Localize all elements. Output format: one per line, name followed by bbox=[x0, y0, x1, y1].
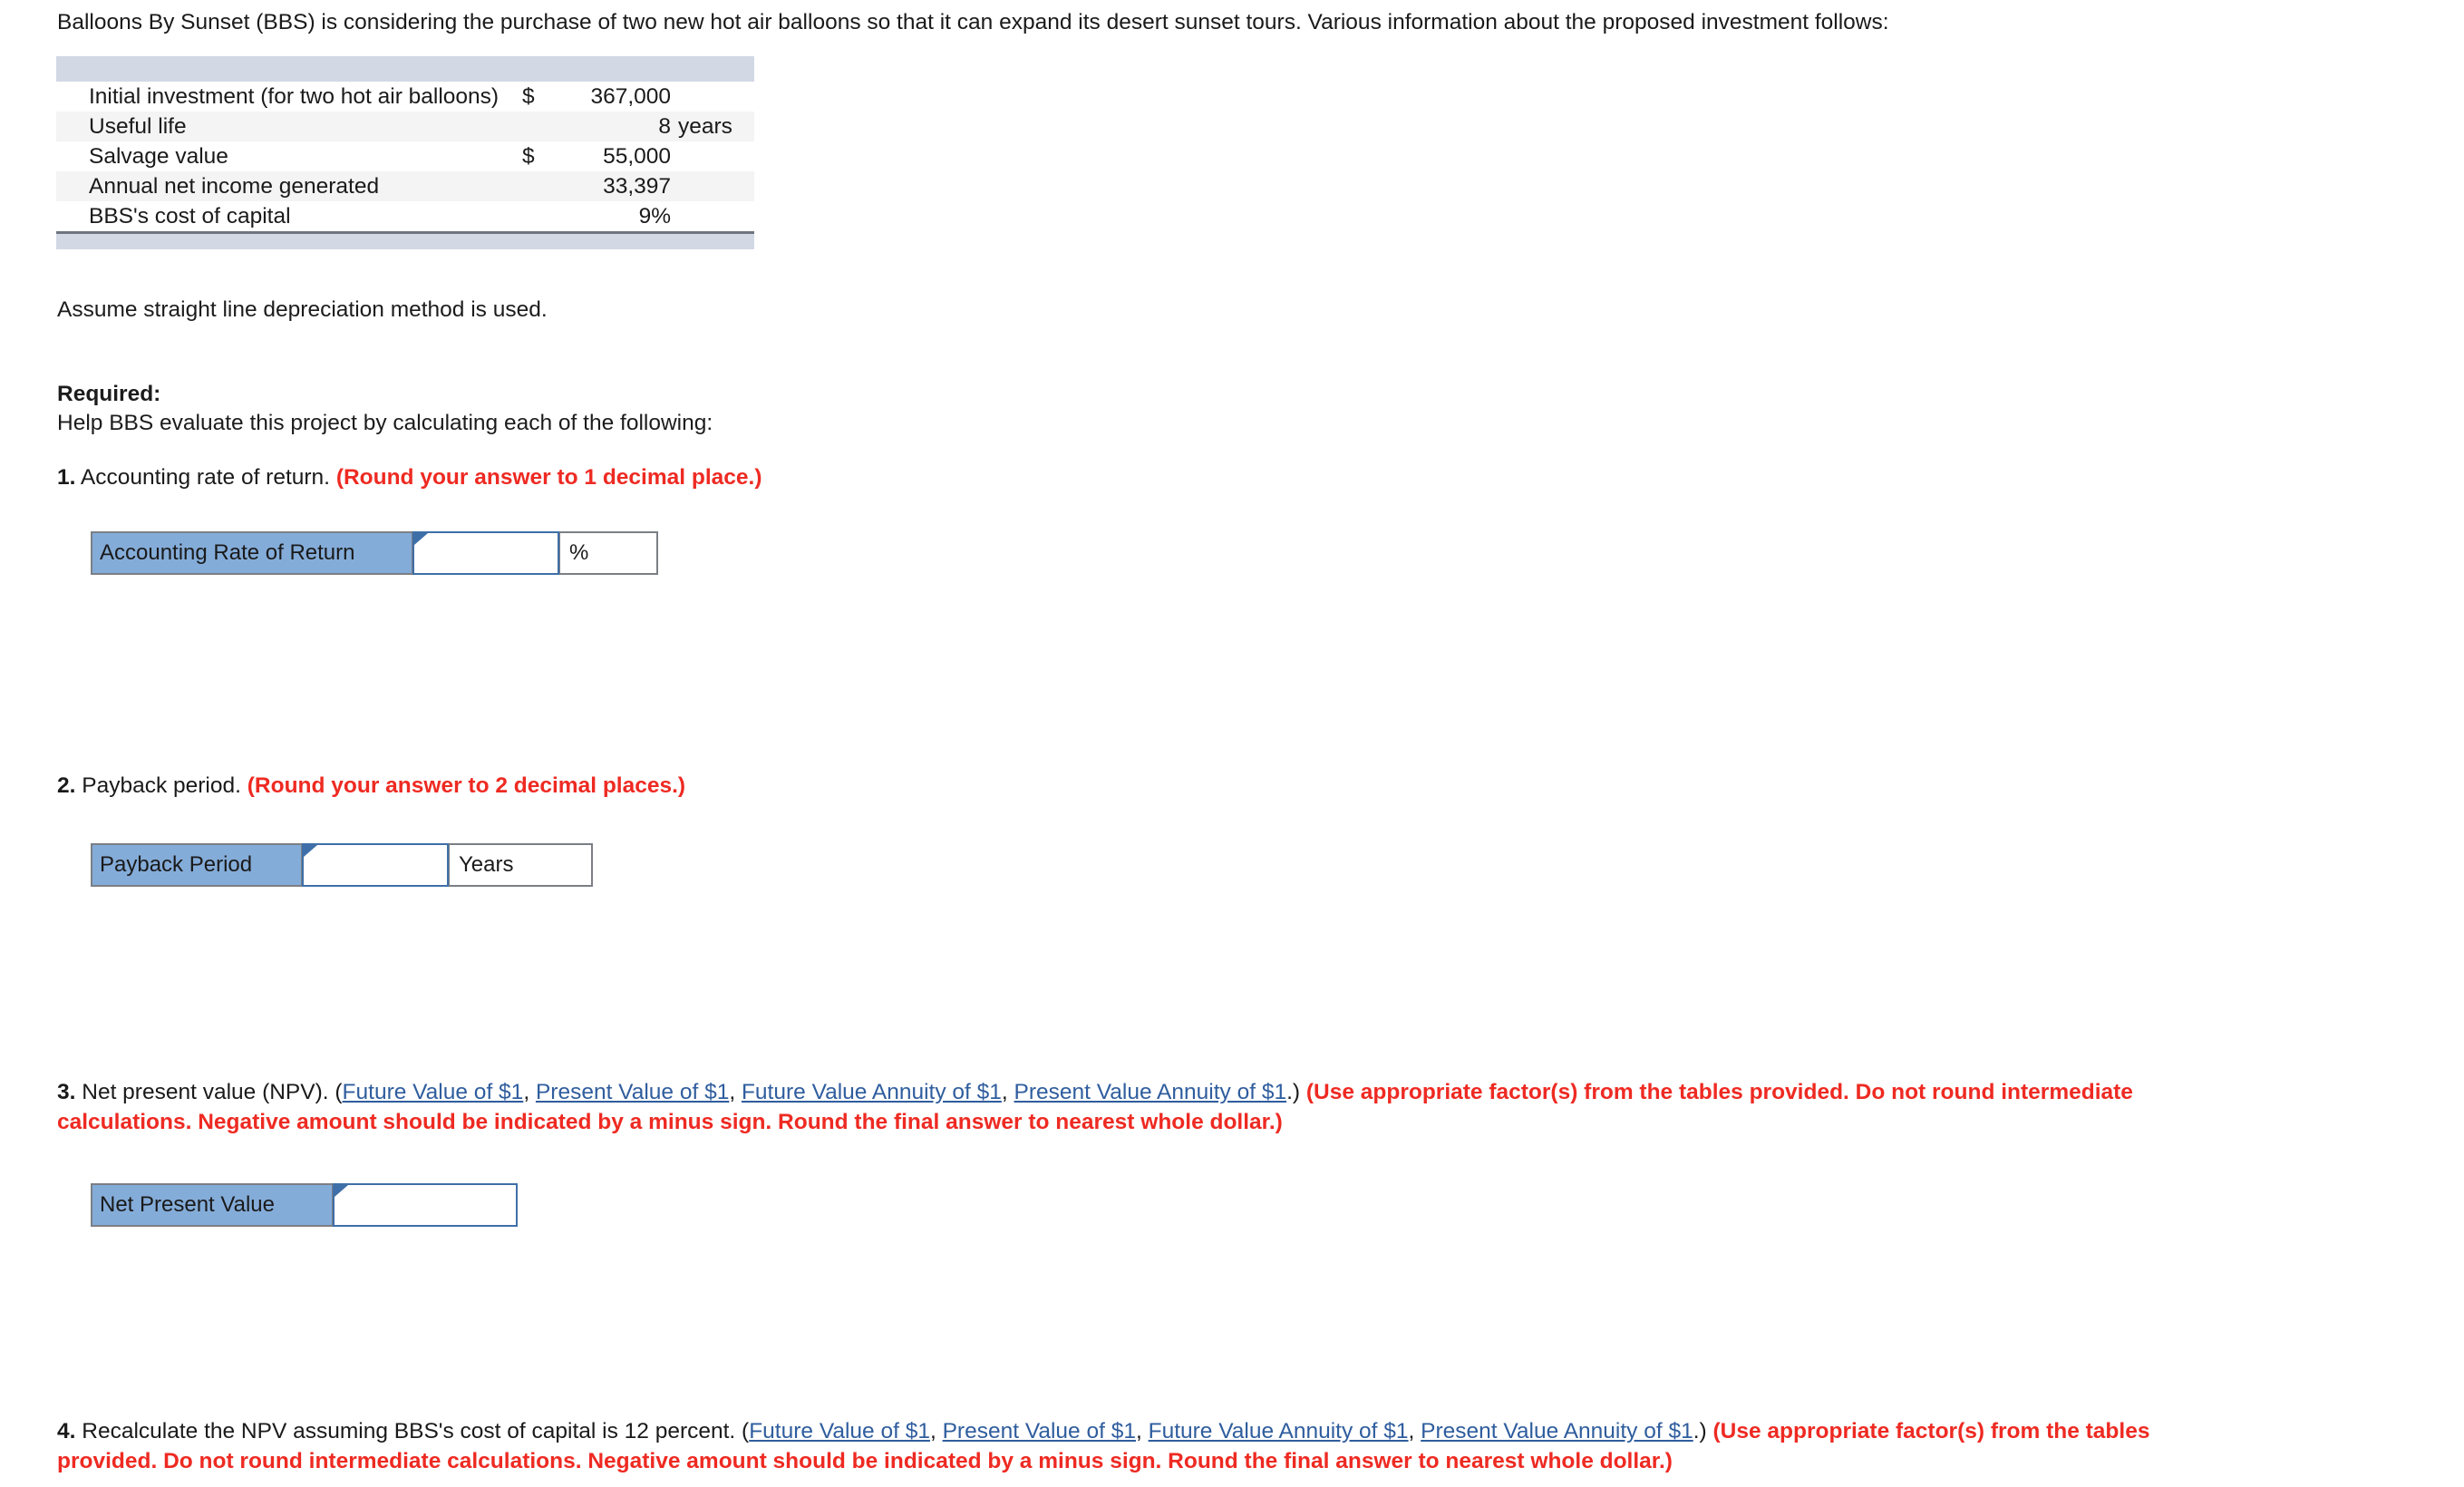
row-value: 367,000 bbox=[590, 84, 671, 109]
question-1-prompt: 1. Accounting rate of return. (Round you… bbox=[57, 462, 762, 492]
investment-facts-table: Initial investment (for two hot air ball… bbox=[56, 56, 754, 249]
link-present-value-annuity-of-1[interactable]: Present Value Annuity of $1 bbox=[1014, 1080, 1287, 1104]
question-3-instruction-line1: (Use appropriate factor(s) from the tabl… bbox=[1305, 1080, 2133, 1104]
row-label: Initial investment (for two hot air ball… bbox=[89, 84, 500, 109]
row-unit: years bbox=[671, 112, 754, 142]
row-unit bbox=[671, 171, 754, 202]
arr-input[interactable] bbox=[414, 533, 558, 573]
question-2-number: 2. bbox=[57, 773, 76, 798]
row-value: 33,397 bbox=[553, 171, 671, 202]
separator: , bbox=[1408, 1419, 1421, 1443]
row-currency: $ bbox=[522, 144, 535, 170]
arr-unit-cell: % bbox=[558, 531, 658, 575]
payback-label-cell: Payback Period bbox=[91, 843, 303, 887]
question-2-prompt: 2. Payback period. (Round your answer to… bbox=[57, 771, 685, 801]
table-row: Useful life 8 years bbox=[56, 112, 754, 142]
arr-label-text: Accounting Rate of Return bbox=[100, 539, 355, 565]
link-future-value-of-1[interactable]: Future Value of $1 bbox=[343, 1080, 524, 1104]
question-3-prompt-line2: calculations. Negative amount should be … bbox=[57, 1107, 1283, 1137]
link-present-value-of-1[interactable]: Present Value of $1 bbox=[536, 1080, 729, 1104]
table-footer-cell bbox=[56, 231, 754, 249]
question-3-prompt-line1: 3. Net present value (NPV). (Future Valu… bbox=[57, 1077, 2133, 1107]
row-unit bbox=[671, 82, 754, 112]
table-header-cell bbox=[56, 56, 754, 82]
question-1-text: Accounting rate of return. bbox=[75, 465, 336, 490]
payback-period-answer-row: Payback Period Years bbox=[91, 843, 593, 887]
row-label: BBS's cost of capital bbox=[89, 204, 291, 229]
arr-label-cell: Accounting Rate of Return bbox=[91, 531, 413, 575]
assumption-text: Assume straight line depreciation method… bbox=[57, 297, 548, 322]
table-row: BBS's cost of capital 9% bbox=[56, 201, 754, 233]
separator: , bbox=[523, 1080, 536, 1104]
npv-input-cell[interactable] bbox=[333, 1183, 518, 1227]
row-label: Annual net income generated bbox=[56, 171, 517, 202]
npv-input[interactable] bbox=[335, 1185, 516, 1225]
question-4-prompt-line2: provided. Do not round intermediate calc… bbox=[57, 1446, 1673, 1476]
arr-input-cell[interactable] bbox=[412, 531, 559, 575]
row-currency bbox=[517, 171, 553, 202]
required-text: Help BBS evaluate this project by calcul… bbox=[57, 411, 713, 435]
net-present-value-answer-row: Net Present Value bbox=[91, 1183, 518, 1227]
question-3-number: 3. bbox=[57, 1080, 76, 1104]
question-4-number: 4. bbox=[57, 1419, 76, 1443]
separator: , bbox=[1001, 1080, 1014, 1104]
npv-label-text: Net Present Value bbox=[100, 1191, 275, 1217]
table-row: Initial investment (for two hot air ball… bbox=[56, 82, 754, 112]
question-3-text: Net present value (NPV). ( bbox=[75, 1080, 343, 1104]
row-currency bbox=[517, 201, 553, 233]
accounting-rate-of-return-answer-row: Accounting Rate of Return % bbox=[91, 531, 658, 575]
payback-label-text: Payback Period bbox=[100, 851, 253, 877]
question-1-number: 1. bbox=[57, 465, 76, 490]
link-future-value-annuity-of-1[interactable]: Future Value Annuity of $1 bbox=[1149, 1419, 1409, 1443]
payback-input[interactable] bbox=[304, 845, 447, 885]
row-label: Salvage value bbox=[89, 144, 228, 170]
question-1-instruction: (Round your answer to 1 decimal place.) bbox=[335, 465, 762, 490]
after-links: .) bbox=[1286, 1080, 1306, 1104]
question-4-instruction-line1: (Use appropriate factor(s) from the tabl… bbox=[1712, 1419, 2150, 1443]
row-currency bbox=[517, 112, 553, 142]
intro-paragraph: Balloons By Sunset (BBS) is considering … bbox=[57, 10, 1889, 34]
payback-unit-text: Years bbox=[459, 851, 514, 877]
question-4-prompt-line1: 4. Recalculate the NPV assuming BBS's co… bbox=[57, 1416, 2149, 1446]
separator: , bbox=[1135, 1419, 1149, 1443]
table-header-band bbox=[56, 56, 754, 82]
question-4-text: Recalculate the NPV assuming BBS's cost … bbox=[75, 1419, 750, 1443]
row-label: Useful life bbox=[56, 112, 517, 142]
table-footer-band bbox=[56, 231, 754, 249]
link-present-value-annuity-of-1[interactable]: Present Value Annuity of $1 bbox=[1421, 1419, 1693, 1443]
row-value: 8 bbox=[553, 112, 671, 142]
npv-label-cell: Net Present Value bbox=[91, 1183, 334, 1227]
row-value: 55,000 bbox=[603, 144, 671, 170]
payback-unit-cell: Years bbox=[448, 843, 593, 887]
link-present-value-of-1[interactable]: Present Value of $1 bbox=[943, 1419, 1136, 1443]
row-currency: $ bbox=[522, 84, 535, 109]
payback-input-cell[interactable] bbox=[302, 843, 449, 887]
after-links: .) bbox=[1693, 1419, 1713, 1443]
link-future-value-annuity-of-1[interactable]: Future Value Annuity of $1 bbox=[742, 1080, 1002, 1104]
row-unit bbox=[671, 141, 754, 171]
question-4-instruction-line2: provided. Do not round intermediate calc… bbox=[57, 1449, 1673, 1473]
separator: , bbox=[729, 1080, 742, 1104]
link-future-value-of-1[interactable]: Future Value of $1 bbox=[749, 1419, 930, 1443]
table-row: Annual net income generated 33,397 bbox=[56, 171, 754, 202]
separator: , bbox=[929, 1419, 943, 1443]
question-2-text: Payback period. bbox=[75, 773, 247, 798]
question-2-instruction: (Round your answer to 2 decimal places.) bbox=[247, 773, 686, 798]
question-3-instruction-line2: calculations. Negative amount should be … bbox=[57, 1110, 1283, 1134]
row-unit bbox=[671, 201, 754, 233]
table-row: Salvage value $ 55,000 bbox=[56, 141, 754, 171]
arr-unit-text: % bbox=[569, 539, 589, 565]
row-value: 9% bbox=[638, 204, 671, 229]
required-heading: Required: bbox=[57, 382, 161, 406]
